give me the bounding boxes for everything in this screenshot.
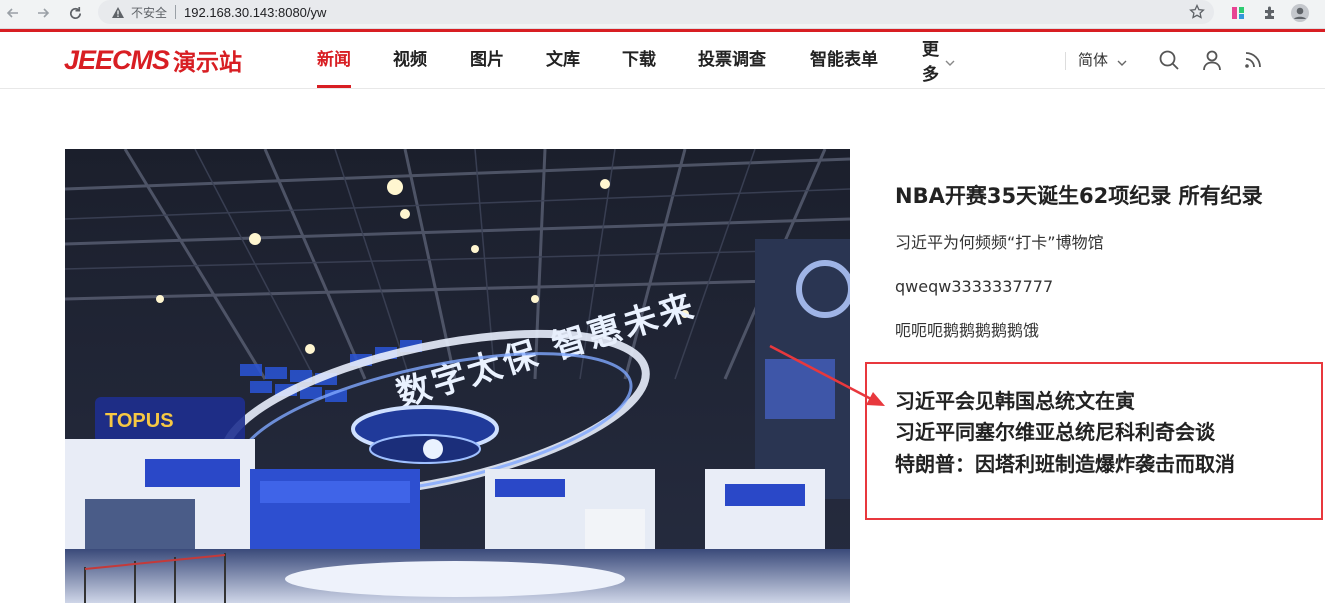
svg-text:TOPUS: TOPUS [105, 410, 174, 432]
rss-icon[interactable] [1241, 48, 1265, 72]
nav-item-download[interactable]: 下载 [622, 32, 656, 88]
security-label[interactable]: 不安全 [131, 4, 167, 21]
user-icon[interactable] [1200, 48, 1224, 72]
profile-avatar-icon[interactable] [1290, 3, 1310, 23]
warning-icon[interactable] [110, 5, 125, 20]
address-divider [175, 5, 177, 19]
language-chevron-down-icon [1117, 33, 1127, 89]
language-label: 简体 [1078, 51, 1109, 69]
reload-icon[interactable] [64, 2, 86, 24]
nav-item-video[interactable]: 视频 [393, 32, 427, 88]
nav-item-library[interactable]: 文库 [546, 32, 580, 88]
highlight-news-3[interactable]: 特朗普：因塔利班制造爆炸袭击而取消 [895, 449, 1265, 479]
news-link-2[interactable]: qweqw3333337777 [895, 275, 1295, 299]
nav-item-more[interactable]: 更多 [922, 32, 955, 88]
bookmark-star-icon[interactable] [1188, 3, 1206, 21]
hero-carousel-image[interactable]: 数字太保 智惠未来 TOPUS [65, 149, 850, 603]
logo-text-cn: 演示站 [173, 50, 243, 76]
extension-icon[interactable] [1228, 3, 1248, 23]
address-bar[interactable]: 不安全 192.168.30.143:8080/yw [98, 0, 1214, 24]
nav-item-news[interactable]: 新闻 [317, 32, 351, 88]
language-selector[interactable]: 简体 [1078, 32, 1127, 88]
nav-item-vote[interactable]: 投票调查 [698, 32, 766, 88]
news-link-1[interactable]: 习近平为何频频“打卡”博物馆 [895, 231, 1295, 255]
site-header: JEECMS 演示站 新闻 视频 图片 文库 下载 投票调查 智能表单 更多 简… [0, 32, 1325, 89]
logo-text-en: JEECMS [64, 44, 170, 75]
nav-item-images[interactable]: 图片 [470, 32, 504, 88]
header-divider [1065, 52, 1066, 70]
nav-item-smart-form[interactable]: 智能表单 [810, 32, 878, 88]
search-icon[interactable] [1157, 48, 1181, 72]
chevron-down-icon [945, 51, 955, 70]
news-link-3[interactable]: 呃呃呃鹅鹅鹅鹅鹅饿 [895, 319, 1295, 343]
site-logo[interactable]: JEECMS 演示站 [64, 44, 243, 77]
headline-link[interactable]: NBA开赛35天诞生62项纪录 所有纪录 [895, 180, 1265, 212]
nav-more-label: 更多 [922, 40, 939, 85]
url-text[interactable]: 192.168.30.143:8080/yw [184, 5, 326, 20]
back-icon[interactable] [2, 2, 24, 24]
exhibition-hall-illustration: 数字太保 智惠未来 TOPUS [65, 149, 850, 603]
forward-icon[interactable] [32, 2, 54, 24]
extensions-puzzle-icon[interactable] [1260, 3, 1280, 23]
highlight-news-2[interactable]: 习近平同塞尔维亚总统尼科利奇会谈 [895, 417, 1265, 447]
browser-toolbar: 不安全 192.168.30.143:8080/yw [0, 0, 1325, 29]
highlight-news-1[interactable]: 习近平会见韩国总统文在寅 [895, 386, 1265, 416]
